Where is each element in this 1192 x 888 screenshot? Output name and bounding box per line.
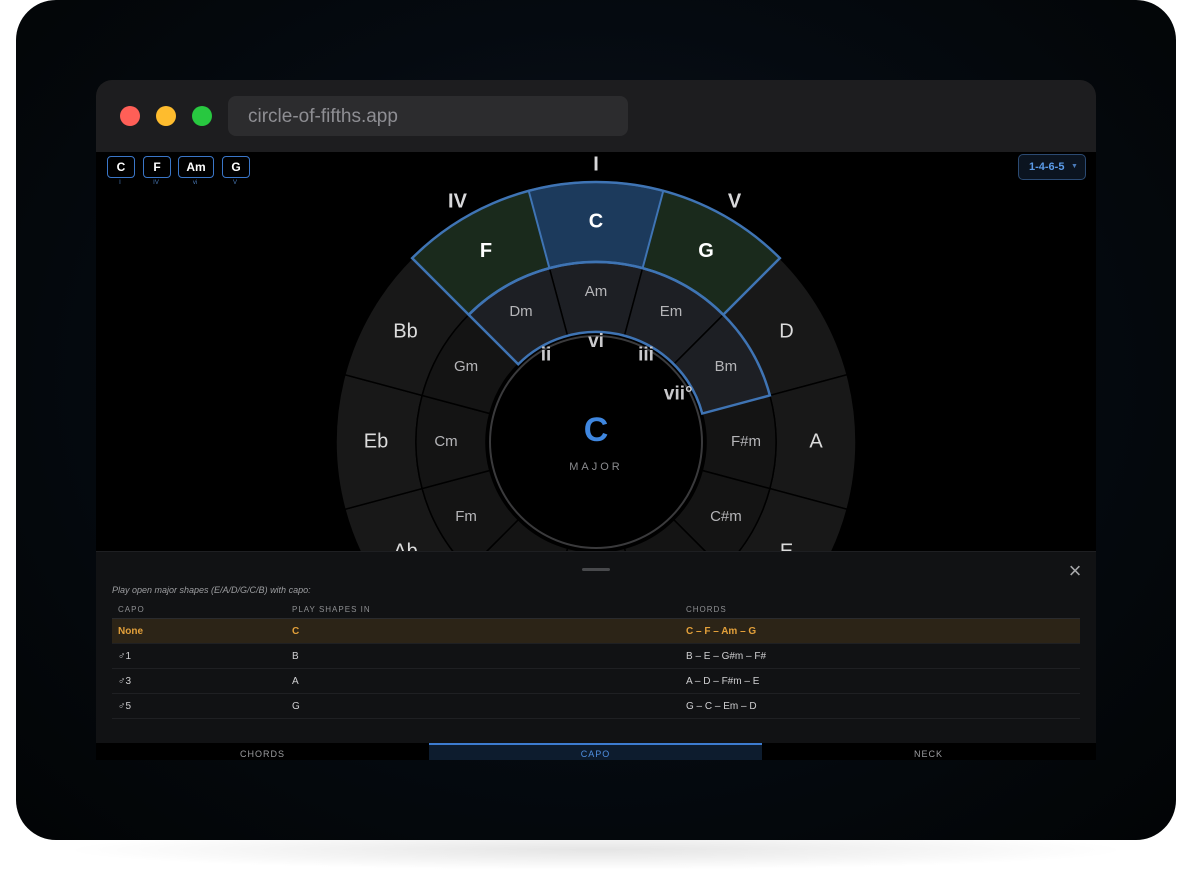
inner-label: Bm bbox=[715, 358, 738, 375]
minimize-window-button[interactable] bbox=[156, 106, 176, 126]
outer-label: F bbox=[480, 240, 492, 262]
outer-label: G bbox=[698, 240, 714, 262]
inner-label: Am bbox=[585, 283, 608, 300]
roman-numeral: ii bbox=[541, 344, 552, 365]
header-chords: CHORDS bbox=[686, 605, 727, 614]
outer-label: A bbox=[809, 430, 823, 452]
capo-cell: ♂1 bbox=[118, 651, 132, 662]
browser-window: circle-of-fifths.app CGDAEBF#DbAbEbBbFAm… bbox=[96, 80, 1096, 760]
capo-cell: ♂5 bbox=[118, 701, 132, 712]
title-bar: circle-of-fifths.app bbox=[96, 80, 1096, 152]
table-row[interactable]: ♂5 G G – C – Em – D bbox=[112, 694, 1080, 719]
close-icon[interactable]: × bbox=[1066, 560, 1084, 582]
close-window-button[interactable] bbox=[120, 106, 140, 126]
inner-label: Fm bbox=[455, 508, 477, 525]
chords-cell: A – D – F#m – E bbox=[686, 676, 760, 687]
outer-label: Eb bbox=[364, 430, 388, 452]
chip-c[interactable]: C bbox=[107, 156, 135, 178]
capo-cell: ♂3 bbox=[118, 676, 132, 687]
inner-label: Cm bbox=[434, 433, 457, 450]
zoom-window-button[interactable] bbox=[192, 106, 212, 126]
progression-select[interactable]: 1-4-6-5 ▼ bbox=[1018, 154, 1086, 180]
table-row[interactable]: ♂1 B B – E – G#m – F# bbox=[112, 644, 1080, 669]
roman-numeral: vi bbox=[588, 331, 604, 352]
chords-cell: B – E – G#m – F# bbox=[686, 651, 767, 662]
shapes-cell: B bbox=[292, 651, 299, 662]
address-bar[interactable]: circle-of-fifths.app bbox=[228, 96, 628, 136]
tab-neck[interactable]: NECK bbox=[762, 743, 1095, 760]
progression-label: 1-4-6-5 bbox=[1029, 161, 1065, 173]
chip-f[interactable]: F bbox=[143, 156, 171, 178]
roman-numeral: vii° bbox=[664, 384, 693, 405]
center-key: C bbox=[584, 411, 609, 449]
header-capo: CAPO bbox=[118, 605, 145, 614]
roman-numeral: I bbox=[593, 153, 599, 175]
tab-label: CAPO bbox=[580, 749, 611, 759]
shapes-cell: G bbox=[292, 701, 300, 712]
chords-cell: G – C – Em – D bbox=[686, 701, 757, 712]
chip-chord: G bbox=[231, 160, 241, 174]
inner-label: Dm bbox=[509, 303, 532, 320]
chip-chord: C bbox=[116, 160, 126, 174]
table-row[interactable]: None C C – F – Am – G bbox=[112, 619, 1080, 644]
outer-label: C bbox=[589, 210, 603, 232]
chip-numeral: I bbox=[119, 180, 121, 186]
chip-numeral: IV bbox=[153, 180, 159, 186]
tab-chords[interactable]: CHORDS bbox=[96, 743, 429, 760]
tab-capo[interactable]: CAPO bbox=[429, 743, 762, 760]
chip-g[interactable]: G bbox=[222, 156, 250, 178]
shapes-cell: C bbox=[292, 626, 300, 637]
roman-numeral: IV bbox=[448, 190, 468, 212]
chip-chord: Am bbox=[186, 160, 206, 174]
circle-of-fifths-wheel[interactable]: CGDAEBF#DbAbEbBbFAmEmBmF#mC#mG#mD#mBbmFm… bbox=[96, 152, 1096, 552]
chip-numeral: V bbox=[232, 180, 237, 186]
chip-am[interactable]: Am bbox=[178, 156, 214, 178]
inner-label: F#m bbox=[731, 433, 761, 450]
inner-label: Em bbox=[660, 303, 683, 320]
header-shapes: PLAY SHAPES IN bbox=[292, 605, 371, 614]
device-frame: circle-of-fifths.app CGDAEBF#DbAbEbBbFAm… bbox=[16, 0, 1176, 840]
capo-panel: × Play open major shapes (E/A/D/G/C/B) w… bbox=[96, 551, 1096, 744]
chords-cell: C – F – Am – G bbox=[686, 626, 757, 637]
bottom-tabs: CHORDS CAPO NECK bbox=[96, 743, 1096, 760]
url-text: circle-of-fifths.app bbox=[248, 106, 398, 127]
outer-label: D bbox=[779, 320, 793, 342]
tab-label: NECK bbox=[913, 749, 943, 759]
inner-label: C#m bbox=[710, 508, 742, 525]
drag-handle[interactable] bbox=[582, 568, 610, 571]
table-header: CAPO PLAY SHAPES IN CHORDS bbox=[112, 604, 1080, 619]
roman-numeral: V bbox=[728, 190, 742, 212]
capo-cell: None bbox=[118, 626, 143, 637]
shapes-cell: A bbox=[292, 676, 299, 687]
table-row[interactable]: ♂3 A A – D – F#m – E bbox=[112, 669, 1080, 694]
tab-label: CHORDS bbox=[239, 749, 285, 759]
chevron-down-icon: ▼ bbox=[1071, 163, 1078, 170]
chip-chord: F bbox=[153, 160, 161, 174]
chip-numeral: vi bbox=[192, 180, 198, 186]
roman-numeral: iii bbox=[638, 344, 654, 365]
outer-label: Bb bbox=[393, 320, 417, 342]
inner-label: Gm bbox=[454, 358, 478, 375]
app-content: CGDAEBF#DbAbEbBbFAmEmBmF#mC#mG#mD#mBbmFm… bbox=[96, 152, 1096, 760]
capo-caption: Play open major shapes (E/A/D/G/C/B) wit… bbox=[112, 585, 311, 595]
center-mode: MAJOR bbox=[569, 461, 623, 473]
